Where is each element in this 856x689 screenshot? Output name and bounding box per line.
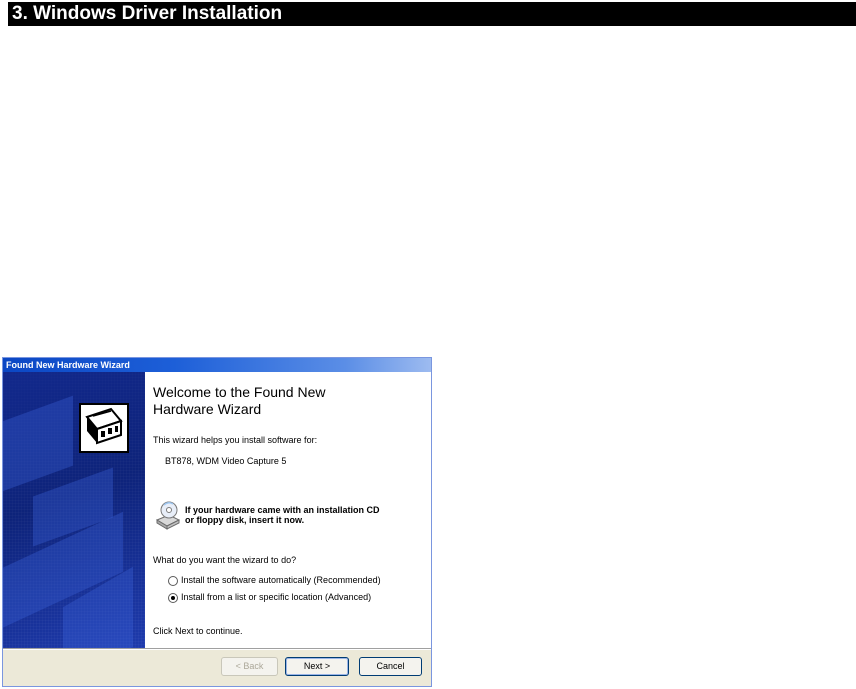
- wizard-content: Welcome to the Found New Hardware Wizard…: [145, 372, 431, 648]
- cancel-button[interactable]: Cancel: [359, 657, 422, 676]
- wizard-heading: Welcome to the Found New Hardware Wizard: [153, 384, 423, 418]
- banner-decoration: [3, 395, 73, 499]
- device-name: BT878, WDM Video Capture 5: [165, 456, 287, 466]
- wizard-question: What do you want the wizard to do?: [153, 555, 297, 565]
- section-header-bar: 3. Windows Driver Installation: [8, 2, 856, 26]
- section-title: 3. Windows Driver Installation: [12, 3, 283, 24]
- radio-option-label: Install the software automatically (Reco…: [181, 575, 381, 585]
- hardware-wizard-icon: [79, 403, 129, 453]
- wizard-heading-line2: Hardware Wizard: [153, 401, 262, 417]
- radio-option-label: Install from a list or specific location…: [181, 592, 372, 602]
- cd-prompt-line2: or floppy disk, insert it now.: [185, 515, 305, 525]
- radio-button-selected[interactable]: [168, 593, 178, 603]
- found-new-hardware-wizard-window: Found New Hardware Wizard Welcome to the…: [2, 357, 432, 687]
- back-button[interactable]: < Back: [221, 657, 278, 676]
- cd-drive-icon: [155, 501, 181, 530]
- wizard-heading-line1: Welcome to the Found New: [153, 384, 326, 400]
- button-separator: [3, 648, 431, 650]
- next-button[interactable]: Next >: [285, 657, 349, 676]
- window-title: Found New Hardware Wizard: [6, 360, 130, 370]
- continue-hint: Click Next to continue.: [153, 626, 243, 636]
- window-titlebar[interactable]: Found New Hardware Wizard: [3, 358, 431, 372]
- radio-button[interactable]: [168, 576, 178, 586]
- intro-text: This wizard helps you install software f…: [153, 435, 318, 445]
- wizard-banner: [3, 372, 145, 648]
